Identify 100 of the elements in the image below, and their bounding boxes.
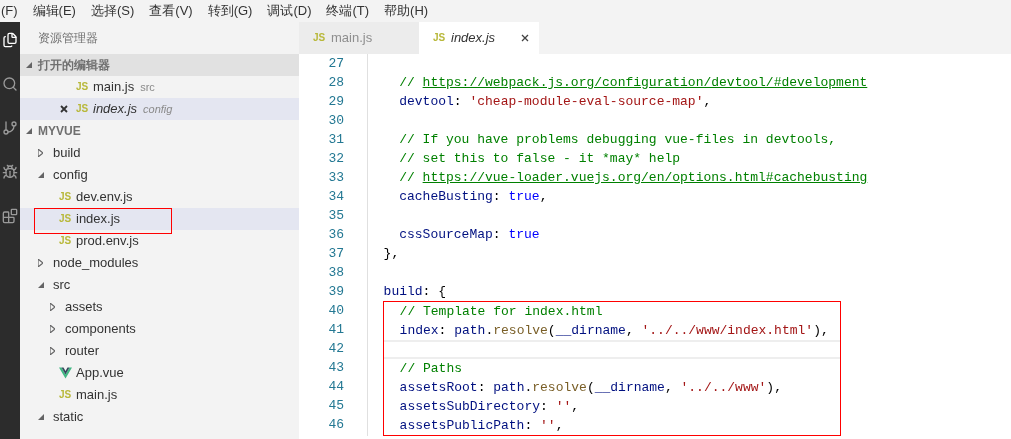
folder-row[interactable]: node_modules: [20, 252, 299, 274]
code-line: assetsPublicPath: '',: [398, 418, 564, 433]
line-number: 46: [328, 417, 344, 432]
section-header[interactable]: 打开的编辑器: [20, 54, 299, 76]
line-number: 32: [328, 151, 344, 166]
open-editor-item[interactable]: JS index.js config: [20, 98, 299, 120]
file-name: main.js: [93, 78, 135, 97]
folder-row[interactable]: src: [20, 274, 299, 296]
code-line: index: path.resolve(__dirname, '../../www/index.html'),: [398, 323, 829, 338]
code-line: // set this to false - it *may* help: [398, 151, 681, 166]
file-row[interactable]: JS dev.env.js: [20, 186, 299, 208]
line-number: 27: [328, 56, 344, 71]
file-row[interactable]: JS prod.env.js: [20, 230, 299, 252]
collapsed-triangle-icon: [50, 303, 55, 311]
menu-item[interactable]: 调试(D): [267, 1, 312, 21]
menu-item[interactable]: 编辑(E): [32, 1, 76, 21]
code-line: assetsSubDirectory: '',: [398, 399, 580, 414]
close-icon[interactable]: [60, 105, 68, 113]
folder-row[interactable]: build: [20, 142, 299, 164]
menu-item[interactable]: 选择(S): [90, 1, 135, 21]
file-row[interactable]: JS main.js: [20, 384, 299, 406]
file-name: main.js: [76, 386, 118, 405]
file-name: dev.env.js: [76, 188, 133, 207]
line-number: 36: [328, 227, 344, 242]
editor-tab[interactable]: JS index.js: [419, 22, 539, 54]
folder-name: assets: [65, 298, 103, 317]
collapsed-triangle-icon: [50, 347, 55, 355]
folder-name: static: [53, 408, 84, 427]
code-line: // https://webpack.js.org/configuration/devtool/#development: [398, 75, 868, 90]
expanded-triangle-icon: [26, 128, 32, 134]
vue-file-icon: [59, 367, 72, 379]
collapsed-triangle-icon: [50, 325, 55, 333]
git-branch-icon[interactable]: [2, 120, 18, 136]
folder-row[interactable]: static: [20, 406, 299, 428]
menu-item[interactable]: 帮助(H): [384, 1, 429, 21]
line-number: 37: [328, 246, 344, 261]
line-number: 38: [328, 265, 344, 280]
folder-row[interactable]: components: [20, 318, 299, 340]
folder-name: router: [65, 342, 99, 361]
collapsed-triangle-icon: [38, 259, 43, 267]
expanded-triangle-icon: [38, 172, 44, 178]
open-editor-item[interactable]: JS main.js src: [20, 76, 299, 98]
file-name: prod.env.js: [76, 232, 139, 251]
code-line: // Paths: [398, 361, 462, 376]
code-line: assetsRoot: path.resolve(__dirname, '../../www'),: [398, 380, 782, 395]
line-number: 34: [328, 189, 344, 204]
code-line: },: [382, 246, 400, 261]
line-number: 42: [328, 341, 344, 356]
folder-row[interactable]: router: [20, 340, 299, 362]
code-line: devtool: 'cheap-module-eval-source-map',: [398, 94, 712, 109]
menu-item[interactable]: (F): [1, 1, 18, 21]
file-name: index.js: [93, 100, 138, 119]
bug-icon[interactable]: [2, 164, 18, 180]
line-number: 33: [328, 170, 344, 185]
code-line: // If you have problems debugging vue-files in devtools,: [398, 132, 837, 147]
js-file-icon: JS: [433, 33, 447, 43]
menu-item[interactable]: 查看(V): [149, 1, 193, 21]
line-number: 45: [328, 398, 344, 413]
folder-name: components: [65, 320, 136, 339]
line-number: 29: [328, 94, 344, 109]
folder-name: config: [53, 166, 88, 185]
folder-row[interactable]: assets: [20, 296, 299, 318]
folder-hint: config: [143, 101, 173, 117]
line-number: 31: [328, 132, 344, 147]
search-icon[interactable]: [2, 76, 18, 92]
folder-hint: src: [140, 79, 155, 95]
expanded-triangle-icon: [38, 414, 44, 420]
collapsed-triangle-icon: [38, 149, 43, 157]
close-icon[interactable]: [521, 34, 530, 42]
line-number: 44: [328, 379, 344, 394]
file-name: App.vue: [76, 364, 124, 383]
code-line: cacheBusting: true,: [398, 189, 548, 204]
section-header[interactable]: MYVUE: [20, 120, 299, 142]
js-file-icon: JS: [59, 192, 73, 202]
folder-row[interactable]: config: [20, 164, 299, 186]
menu-item[interactable]: 终端(T): [326, 1, 370, 21]
js-file-icon: JS: [76, 82, 90, 92]
expanded-triangle-icon: [26, 62, 32, 68]
folder-name: build: [53, 144, 81, 163]
code-line: cssSourceMap: true: [398, 227, 540, 242]
code-line: build: {: [382, 284, 446, 299]
expanded-triangle-icon: [38, 282, 44, 288]
line-number: 35: [328, 208, 344, 223]
line-number: 39: [328, 284, 344, 299]
line-number: 40: [328, 303, 344, 318]
line-number: 28: [328, 75, 344, 90]
js-file-icon: JS: [313, 33, 327, 43]
file-name: index.js: [76, 210, 121, 229]
js-file-icon: JS: [59, 390, 73, 400]
js-file-icon: JS: [59, 214, 73, 224]
file-row[interactable]: App.vue: [20, 362, 299, 384]
files-icon[interactable]: [2, 32, 18, 48]
code-line: // Template for index.html: [398, 304, 603, 319]
blocks-icon[interactable]: [2, 208, 18, 224]
code-line: // https://vue-loader.vuejs.org/en/options.html#cachebusting: [398, 170, 868, 185]
sidebar-title: 资源管理器: [38, 30, 98, 47]
menu-item[interactable]: 转到(G): [207, 1, 253, 21]
js-file-icon: JS: [76, 104, 90, 114]
folder-name: node_modules: [53, 254, 139, 273]
line-number: 43: [328, 360, 344, 375]
